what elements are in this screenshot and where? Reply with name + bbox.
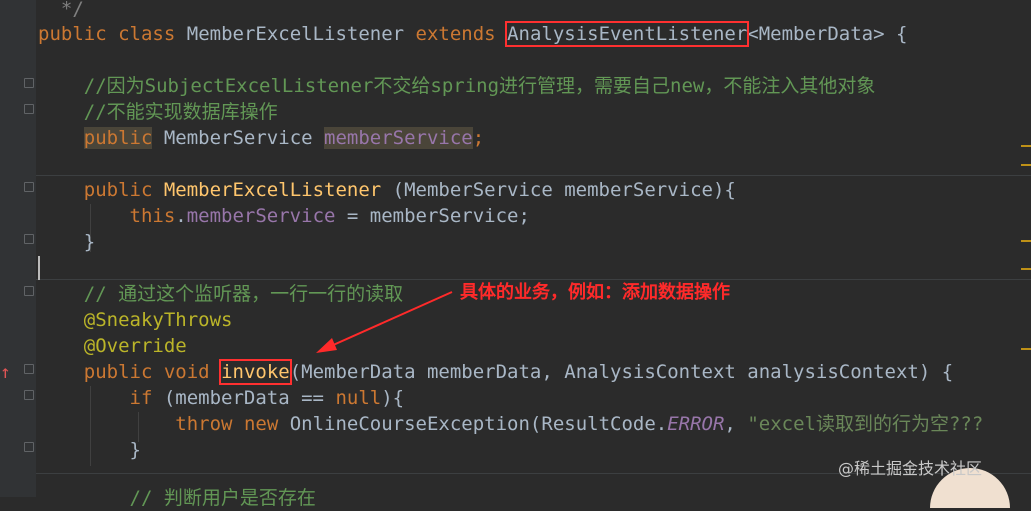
annotation-note: 具体的业务，例如：添加数据操作 (460, 282, 730, 303)
watermark: @稀土掘金技术社区 (838, 459, 983, 478)
annotation-arrow (316, 291, 453, 353)
